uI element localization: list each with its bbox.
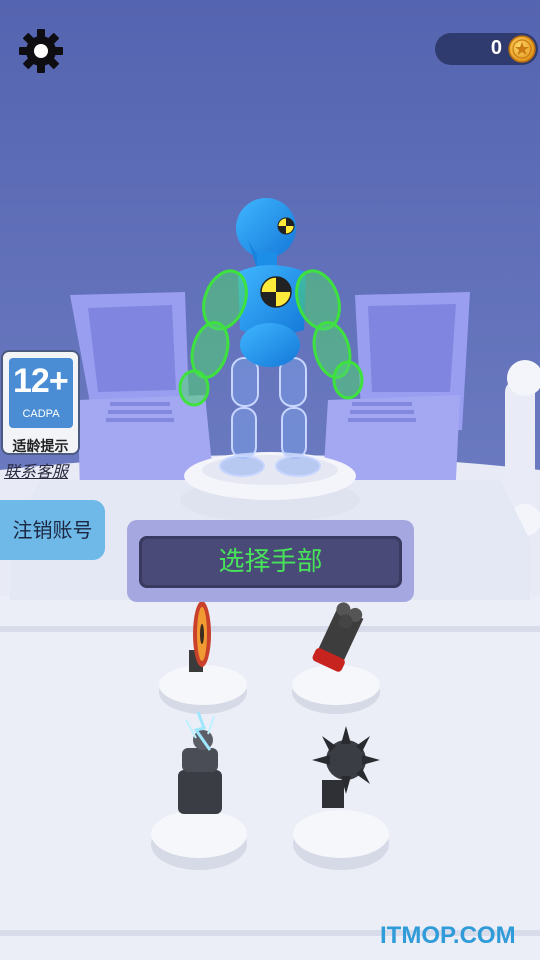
- age-rating-tip: 适龄提示: [12, 439, 69, 455]
- coin-icon: [508, 35, 536, 63]
- age-rating-org: CADPA: [22, 408, 60, 420]
- item-gatling-hand[interactable]: [292, 596, 384, 714]
- item-saw-blade-hand[interactable]: [158, 596, 250, 714]
- gear-icon: [19, 29, 63, 73]
- age-rating-box: 12+ CADPA: [9, 358, 73, 428]
- age-rating-number: 12+: [13, 362, 69, 400]
- coin-counter: 0: [435, 33, 538, 65]
- logout-account-button[interactable]: 注销账号: [0, 500, 105, 560]
- item-tesla-coil-hand[interactable]: [150, 705, 250, 865]
- item-spiked-mace-hand[interactable]: [292, 705, 392, 865]
- selection-title: 选择手部: [218, 547, 323, 577]
- age-rating-badge[interactable]: 12+ CADPA 适龄提示: [1, 350, 80, 455]
- floor: [0, 596, 540, 960]
- watermark: ITMOP.COM: [380, 922, 516, 949]
- coin-count: 0: [490, 37, 502, 59]
- contact-support-link[interactable]: 联系客服: [4, 458, 68, 482]
- game-scene: [0, 0, 540, 960]
- settings-button[interactable]: [16, 26, 66, 76]
- selection-panel: 选择手部: [127, 520, 414, 602]
- selection-title-box: 选择手部: [139, 536, 402, 588]
